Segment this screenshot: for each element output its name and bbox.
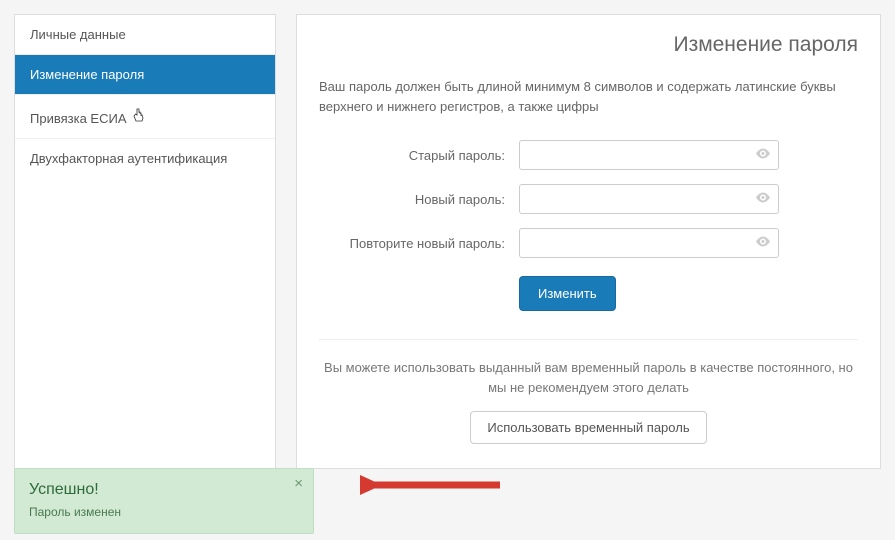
eye-icon[interactable] bbox=[755, 192, 771, 207]
toast-message: Пароль изменен bbox=[29, 505, 283, 519]
page-layout: Личные данные Изменение пароля Привязка … bbox=[0, 0, 895, 483]
toast-title: Успешно! bbox=[29, 481, 283, 499]
repeat-password-wrap bbox=[519, 228, 779, 258]
old-password-row: Старый пароль: bbox=[319, 140, 858, 170]
repeat-password-input[interactable] bbox=[519, 228, 779, 258]
eye-icon[interactable] bbox=[755, 148, 771, 163]
sidebar-item-esia[interactable]: Привязка ЕСИА bbox=[15, 95, 275, 139]
new-password-row: Новый пароль: bbox=[319, 184, 858, 214]
main-panel: Изменение пароля Ваш пароль должен быть … bbox=[296, 14, 881, 469]
divider bbox=[319, 339, 858, 340]
secondary-button-row: Использовать временный пароль bbox=[319, 411, 858, 444]
old-password-wrap bbox=[519, 140, 779, 170]
submit-row: Изменить bbox=[319, 276, 858, 311]
success-toast: Успешно! Пароль изменен × bbox=[14, 468, 314, 534]
close-icon[interactable]: × bbox=[294, 475, 303, 492]
page-title: Изменение пароля bbox=[319, 33, 858, 57]
eye-icon[interactable] bbox=[755, 236, 771, 251]
repeat-password-label: Повторите новый пароль: bbox=[319, 236, 519, 251]
temporary-password-text: Вы можете использовать выданный вам врем… bbox=[319, 358, 858, 397]
pointer-cursor-icon bbox=[128, 114, 145, 126]
sidebar-item-label: Привязка ЕСИА bbox=[30, 111, 126, 126]
password-help-text: Ваш пароль должен быть длиной минимум 8 … bbox=[319, 77, 858, 116]
sidebar-item-2fa[interactable]: Двухфакторная аутентификация bbox=[15, 139, 275, 178]
old-password-label: Старый пароль: bbox=[319, 148, 519, 163]
old-password-input[interactable] bbox=[519, 140, 779, 170]
new-password-input[interactable] bbox=[519, 184, 779, 214]
new-password-label: Новый пароль: bbox=[319, 192, 519, 207]
sidebar-item-change-password[interactable]: Изменение пароля bbox=[15, 55, 275, 95]
sidebar-item-personal[interactable]: Личные данные bbox=[15, 15, 275, 55]
use-temp-password-button[interactable]: Использовать временный пароль bbox=[470, 411, 706, 444]
new-password-wrap bbox=[519, 184, 779, 214]
settings-sidebar: Личные данные Изменение пароля Привязка … bbox=[14, 14, 276, 469]
submit-button[interactable]: Изменить bbox=[519, 276, 616, 311]
repeat-password-row: Повторите новый пароль: bbox=[319, 228, 858, 258]
